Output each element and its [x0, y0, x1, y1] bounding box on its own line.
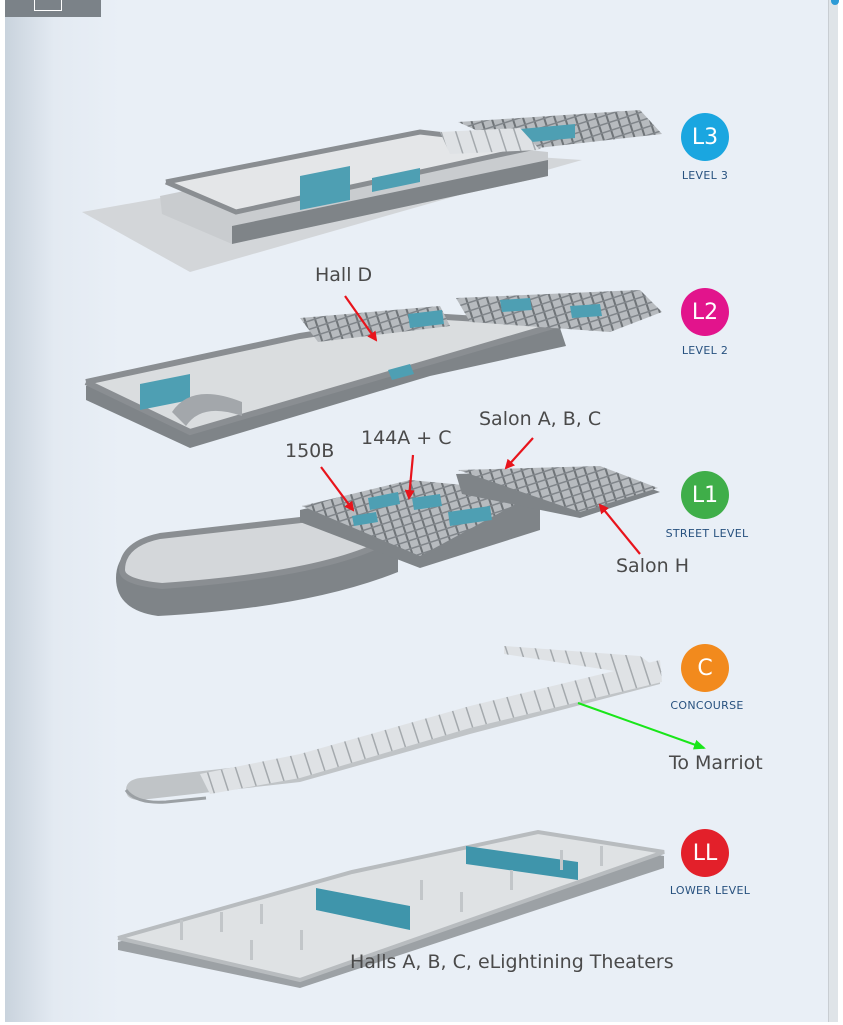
level-3-floor-plan[interactable]	[82, 110, 662, 272]
level-1-badge[interactable]: L1	[681, 471, 729, 519]
lower-level-code: LL	[692, 840, 718, 866]
concourse-code: C	[697, 655, 713, 681]
salon-abc-annotation: Salon A, B, C	[479, 408, 602, 430]
level-1-code: L1	[691, 482, 719, 508]
salon-h-arrow	[598, 503, 641, 555]
hall-d-annotation: Hall D	[315, 264, 373, 286]
level-1-label: STREET LEVEL	[665, 527, 749, 540]
room-150-annotation: 150B	[285, 440, 335, 462]
room-144-annotation: 144A + C	[361, 427, 452, 449]
concourse-label: CONCOURSE	[670, 699, 744, 712]
level-2-badge[interactable]: L2	[681, 288, 729, 336]
salon-abc-arrow	[504, 437, 534, 470]
level-2-label: LEVEL 2	[681, 344, 729, 357]
concourse-floor-plan[interactable]	[124, 646, 662, 804]
concourse-badge[interactable]: C	[681, 644, 729, 692]
level-2-code: L2	[691, 299, 719, 325]
level-1-floor-plan[interactable]	[116, 466, 660, 616]
lower-level-label: LOWER LEVEL	[669, 884, 751, 897]
lower-halls-annotation: Halls A, B, C, eLightining Theaters	[350, 951, 674, 973]
lower-level-badge[interactable]: LL	[681, 829, 729, 877]
to-marriot-annotation: To Marriot	[669, 752, 763, 774]
level-3-label: LEVEL 3	[681, 169, 729, 182]
salon-h-annotation: Salon H	[616, 555, 689, 577]
level-3-code: L3	[691, 124, 719, 150]
level-3-badge[interactable]: L3	[681, 113, 729, 161]
